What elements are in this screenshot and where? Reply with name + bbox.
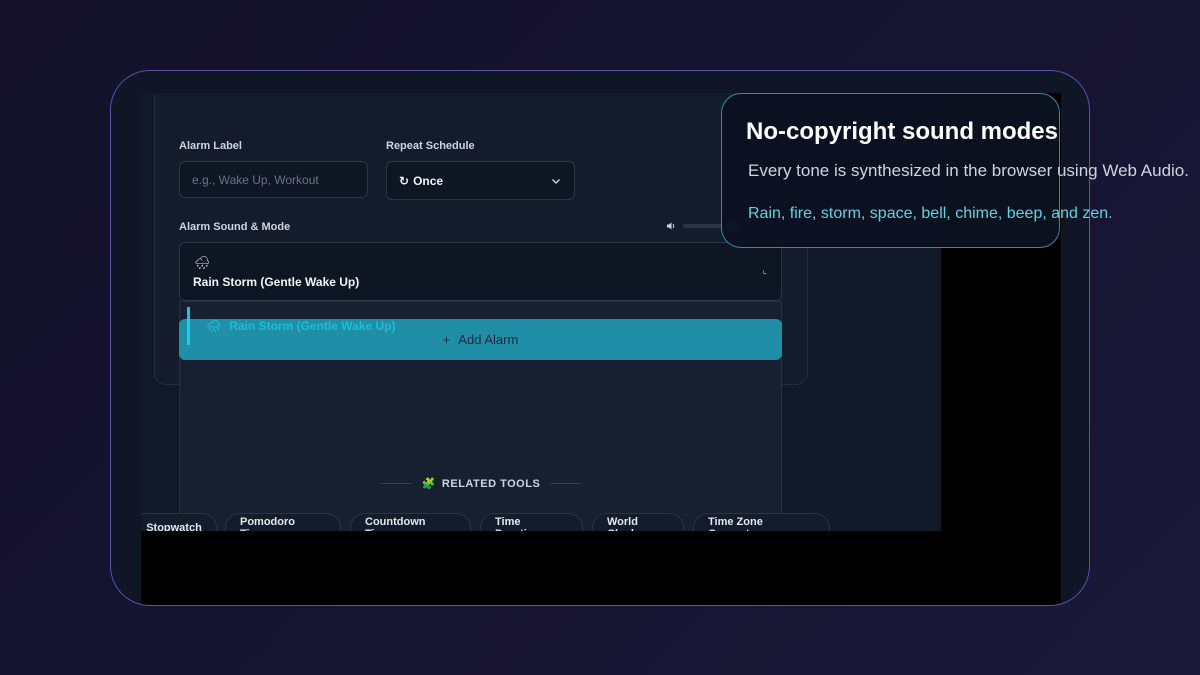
related-tool-pomodoro[interactable]: Pomodoro Timer — [225, 513, 341, 531]
callout-accent: Rain, fire, storm, space, bell, chime, b… — [748, 205, 1113, 222]
related-tool-stopwatch[interactable]: Stopwatch — [141, 513, 217, 531]
related-tool-time-duration[interactable]: Time Duration — [480, 513, 583, 531]
related-tool-world-clock[interactable]: World Clock — [592, 513, 684, 531]
related-tool-time-zone[interactable]: Time Zone Converter — [693, 513, 830, 531]
related-tool-countdown[interactable]: Countdown Timer — [350, 513, 471, 531]
callout-body: Every tone is synthesized in the browser… — [748, 161, 1189, 180]
callout-title: No-copyright sound modes — [746, 118, 1058, 145]
